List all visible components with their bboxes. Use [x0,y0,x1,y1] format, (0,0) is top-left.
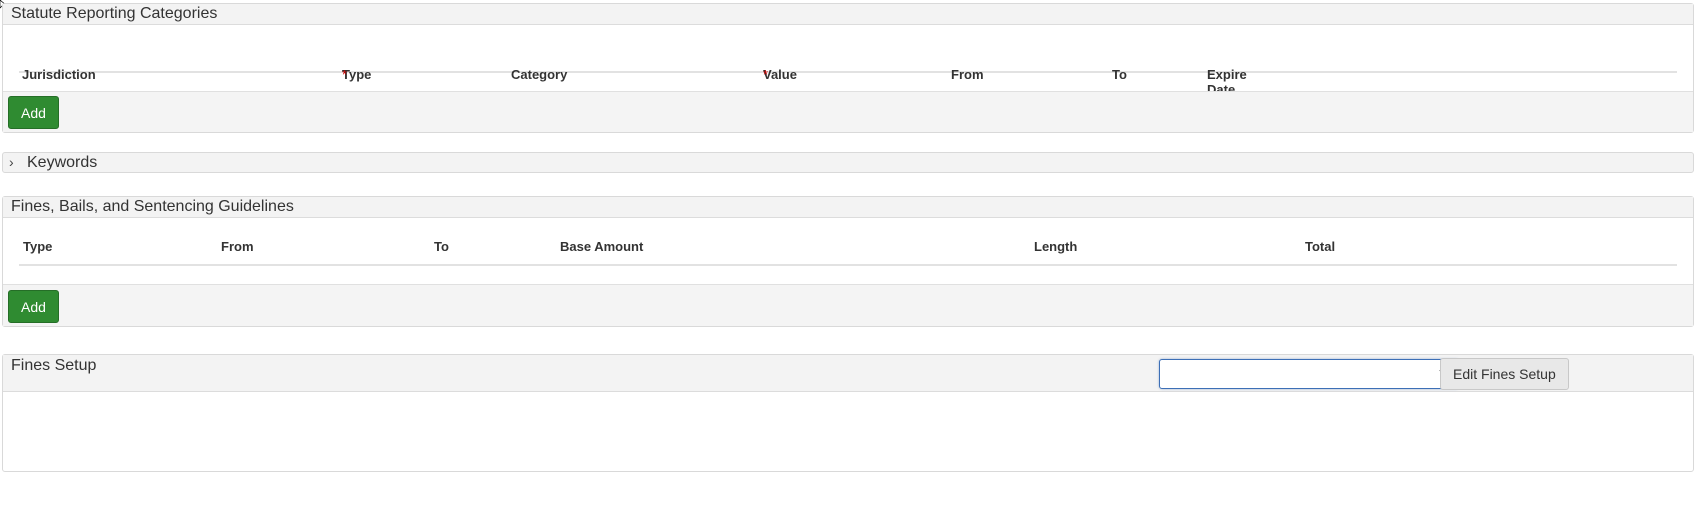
statute-footer: Add [3,91,1693,132]
statute-grid-header: Jurisdiction Type * Category Value * From … [19,25,1677,97]
statute-reporting-header: Statute Reporting Categories [3,4,1693,25]
fines-setup-header: Fines Setup Edit Fines Setup [3,355,1693,392]
keywords-title: Keywords [27,154,98,171]
fines-footer: Add [3,284,1693,326]
statute-reporting-title: Statute Reporting Categories [11,5,218,22]
edit-fines-setup-button[interactable]: Edit Fines Setup [1440,358,1569,390]
fines-setup-body [3,392,1693,470]
fines-bails-header: Fines, Bails, and Sentencing Guidelines [3,197,1693,218]
add-statute-category-button[interactable]: Add [8,96,59,129]
column-base-amount[interactable]: Base Amount [560,239,643,254]
column-total[interactable]: Total [1305,239,1335,254]
fines-setup-select[interactable] [1159,359,1459,389]
fines-bails-panel: Fines, Bails, and Sentencing Guidelines … [2,196,1694,327]
keywords-panel[interactable]: › Keywords [2,152,1694,173]
fines-setup-title: Fines Setup [11,357,97,374]
chevron-right-icon[interactable]: › [9,153,21,172]
column-length[interactable]: Length [1034,239,1077,254]
column-from[interactable]: From [221,239,254,254]
fines-bails-title: Fines, Bails, and Sentencing Guidelines [11,198,294,215]
fines-grid-header: Type From To Base Amount Length Total [19,218,1677,266]
fines-setup-panel: Fines Setup Edit Fines Setup [2,354,1694,472]
add-fine-button[interactable]: Add [8,290,59,323]
column-type[interactable]: Type [23,239,52,254]
keywords-header[interactable]: › Keywords [3,153,1693,172]
required-marker: * [342,67,348,82]
column-to[interactable]: To [434,239,449,254]
required-marker: * [763,67,769,82]
statute-reporting-panel: Statute Reporting Categories Jurisdictio… [2,3,1694,133]
